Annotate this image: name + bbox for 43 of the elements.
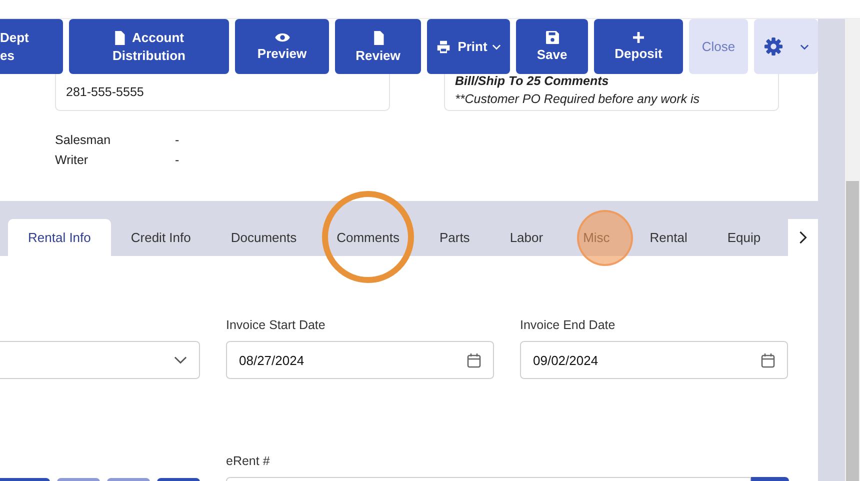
field-value: - bbox=[175, 153, 180, 167]
chevron-down-icon bbox=[174, 356, 187, 364]
toolbar-button[interactable]: Print bbox=[427, 19, 510, 74]
chevron-right-icon bbox=[799, 231, 807, 244]
tab[interactable]: Equip bbox=[707, 219, 781, 256]
printer-icon bbox=[436, 40, 451, 54]
tab[interactable]: Rental Info bbox=[8, 219, 111, 256]
field-label: eRent # bbox=[226, 454, 271, 468]
info-text: 281-555-5555 bbox=[66, 85, 145, 99]
caret-icon bbox=[492, 44, 502, 50]
tab[interactable]: Parts bbox=[419, 219, 490, 256]
plus-icon bbox=[633, 32, 644, 43]
date-field[interactable]: 09/02/2024 bbox=[520, 341, 788, 379]
tab[interactable]: Comments bbox=[316, 219, 420, 256]
document-icon bbox=[114, 30, 125, 44]
toolbar-button[interactable]: Review bbox=[335, 19, 421, 74]
toolbar-button[interactable]: Account Distribution bbox=[69, 19, 229, 74]
toolbar-button[interactable]: Deposit bbox=[594, 19, 683, 74]
tab-scroll-button[interactable] bbox=[788, 219, 818, 256]
date-field[interactable]: 08/27/2024 bbox=[226, 341, 494, 379]
calendar-icon bbox=[467, 352, 481, 368]
field-label: Invoice Start Date bbox=[226, 318, 326, 332]
tab[interactable]: Rental bbox=[630, 219, 708, 256]
field-label: Salesman bbox=[55, 133, 112, 147]
eye-icon bbox=[274, 32, 290, 43]
toolbar-button[interactable]: Preview bbox=[235, 19, 329, 74]
settings-icon bbox=[764, 37, 782, 56]
field-value: - bbox=[175, 133, 180, 147]
field-label: Invoice End Date bbox=[520, 318, 616, 332]
tab[interactable]: Credit Info bbox=[110, 219, 211, 256]
document-icon bbox=[372, 30, 384, 44]
scrollbar-thumb[interactable] bbox=[846, 181, 859, 481]
toolbar-button[interactable]: Dept es bbox=[0, 19, 63, 74]
field-label: Writer bbox=[55, 153, 90, 167]
caret-icon bbox=[800, 44, 808, 50]
calendar-icon bbox=[761, 352, 775, 368]
tab[interactable]: Documents bbox=[210, 219, 317, 256]
info-text: Bill/Ship To 25 Comments bbox=[455, 74, 610, 88]
toolbar-button[interactable]: Save bbox=[516, 19, 588, 74]
tab[interactable]: Labor bbox=[490, 219, 564, 256]
select-field[interactable] bbox=[0, 341, 200, 379]
settings-button[interactable] bbox=[754, 19, 818, 74]
info-text: **Customer PO Required before any work is bbox=[455, 92, 701, 106]
